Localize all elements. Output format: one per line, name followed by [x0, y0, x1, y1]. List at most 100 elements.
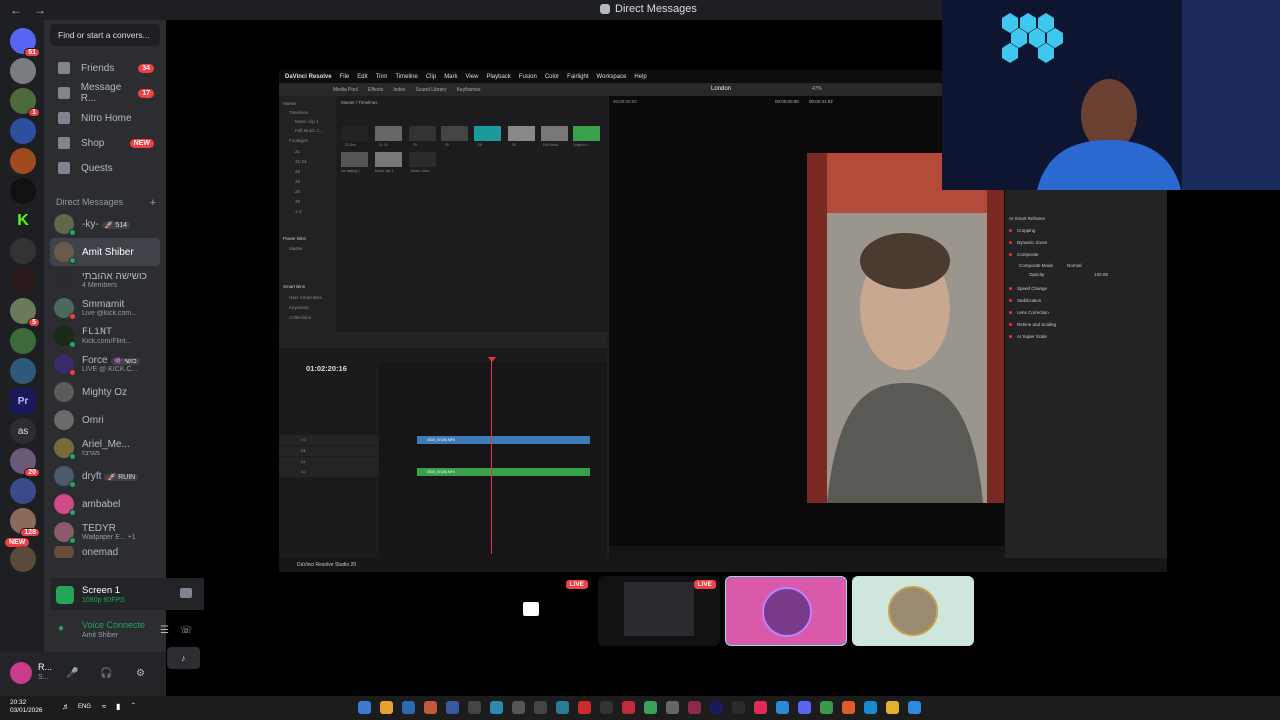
track-header[interactable]: A1	[279, 457, 379, 467]
server-icon[interactable]	[10, 238, 36, 264]
media-clip[interactable]	[375, 126, 402, 141]
dm-item[interactable]: TEDYR Wallpaper E... +1	[50, 518, 160, 546]
folder-icon[interactable]	[886, 701, 899, 714]
dm-item[interactable]: FLiNT Kick.com/Flint...	[50, 322, 160, 350]
dm-item[interactable]: Smmamit Live @kick.com...	[50, 294, 160, 322]
nav-nitro-home[interactable]: Nitro Home	[50, 107, 160, 129]
media-clip[interactable]	[409, 126, 436, 141]
taskbar-app-icon[interactable]	[468, 701, 481, 714]
viewer-transport-controls[interactable]	[609, 546, 1005, 558]
server-icon[interactable]: 128	[10, 508, 40, 537]
menu-playback[interactable]: Playback	[486, 74, 510, 80]
menu-timeline[interactable]: Timeline	[395, 74, 417, 80]
media-clip[interactable]	[474, 126, 501, 141]
server-icon[interactable]	[10, 546, 36, 572]
taskbar-app-icon[interactable]	[600, 701, 613, 714]
taskbar-app-icon[interactable]	[446, 701, 459, 714]
premiere-icon[interactable]	[710, 701, 723, 714]
viewer-zoom[interactable]: 47%	[812, 86, 822, 92]
nav-friends[interactable]: Friends 34	[50, 57, 160, 79]
back-arrow-icon[interactable]: ←	[10, 3, 24, 17]
microphone-icon[interactable]: 🎤	[66, 668, 78, 679]
dm-item[interactable]: -ky- 🚀 514	[50, 210, 160, 238]
chrome-icon[interactable]	[820, 701, 833, 714]
clock[interactable]: 20:32 03/01/2026	[10, 699, 43, 715]
menu-mark[interactable]: Mark	[444, 74, 457, 80]
menu-edit[interactable]: Edit	[357, 74, 367, 80]
discord-icon[interactable]	[798, 701, 811, 714]
participant-tile[interactable]	[725, 576, 847, 646]
tab-keyframes[interactable]: Keyframes	[457, 87, 481, 93]
brave-icon[interactable]	[842, 701, 855, 714]
stream-tile-preview[interactable]: LIVE	[598, 576, 720, 646]
noise-suppression-icon[interactable]: ☰	[160, 625, 169, 636]
dm-item[interactable]: dryft 🚀 RUIN	[50, 462, 160, 490]
soundboard-button[interactable]: ♪	[166, 647, 200, 669]
menu-fairlight[interactable]: Fairlight	[567, 74, 588, 80]
chevron-up-icon[interactable]: ˆ	[132, 702, 135, 711]
media-clip[interactable]	[541, 126, 568, 141]
server-icon[interactable]: 1	[10, 88, 40, 117]
search-input[interactable]: Find or start a convers...	[50, 24, 160, 46]
volume-icon[interactable]: ♬	[62, 702, 70, 711]
taskbar-app-icon[interactable]	[776, 701, 789, 714]
gear-icon[interactable]: ⚙	[136, 668, 145, 679]
taskbar-app-icon[interactable]	[644, 701, 657, 714]
nav-message-requests[interactable]: Message R... 17	[50, 82, 160, 104]
server-icon[interactable]	[10, 178, 36, 204]
taskbar-app-icon[interactable]	[578, 701, 591, 714]
server-icon[interactable]	[10, 58, 36, 84]
playhead[interactable]	[491, 358, 492, 554]
user-avatar[interactable]	[10, 662, 32, 684]
stop-stream-icon[interactable]	[180, 588, 192, 598]
video-clip[interactable]: 0530_07(28).MP4	[417, 436, 590, 444]
track-area[interactable]	[379, 362, 607, 558]
dm-item-group[interactable]: כושישה אהובתי 4 Members	[50, 266, 160, 294]
battery-icon[interactable]: ▮	[116, 702, 120, 711]
nav-shop[interactable]: Shop NEW	[50, 132, 160, 154]
dm-item[interactable]: ambabel	[50, 490, 160, 518]
participant-tile[interactable]	[852, 576, 974, 646]
headphones-icon[interactable]: 🎧	[100, 668, 112, 679]
music-icon[interactable]	[754, 701, 767, 714]
kick-server-icon[interactable]: K	[10, 208, 36, 234]
disconnect-icon[interactable]: ☏	[180, 625, 193, 636]
menu-clip[interactable]: Clip	[426, 74, 436, 80]
media-clip[interactable]	[409, 152, 436, 167]
server-icon-as[interactable]: as	[10, 418, 36, 444]
taskbar-app-icon[interactable]	[490, 701, 503, 714]
taskbar-app-icon[interactable]	[358, 701, 371, 714]
server-icon[interactable]	[10, 478, 36, 504]
track-header[interactable]: V1	[279, 446, 379, 456]
media-clip[interactable]	[375, 152, 402, 167]
menu-file[interactable]: File	[340, 74, 350, 80]
dm-item[interactable]: Omri	[50, 406, 160, 434]
server-icon[interactable]	[10, 268, 36, 294]
nav-quests[interactable]: Quests	[50, 157, 160, 179]
server-icon[interactable]: 20	[10, 448, 40, 477]
dm-item[interactable]: Mighty Oz	[50, 378, 160, 406]
audio-clip[interactable]: 0530_07(28).MP4	[417, 468, 590, 476]
server-icon[interactable]	[10, 148, 36, 174]
windows-start-icon[interactable]	[908, 701, 921, 714]
taskbar-app-icon[interactable]	[534, 701, 547, 714]
gear-icon[interactable]	[666, 701, 679, 714]
signal-icon[interactable]: ●	[58, 623, 68, 634]
menu-workspace[interactable]: Workspace	[597, 74, 627, 80]
taskbar-app-icon[interactable]	[512, 701, 525, 714]
taskbar-app-icon[interactable]	[424, 701, 437, 714]
forward-arrow-icon[interactable]: →	[34, 3, 48, 17]
dm-item[interactable]: Force 👾 כושי LIVE @ KICK.C...	[50, 350, 160, 378]
media-clip[interactable]	[341, 126, 368, 141]
media-clip[interactable]	[441, 126, 468, 141]
language-indicator[interactable]: ENG	[78, 704, 91, 710]
menu-view[interactable]: View	[466, 74, 479, 80]
menu-trim[interactable]: Trim	[376, 74, 388, 80]
edge-icon[interactable]	[864, 701, 877, 714]
wifi-icon[interactable]: ≈	[102, 702, 106, 711]
server-icon[interactable]	[10, 118, 36, 144]
taskbar-app-icon[interactable]	[402, 701, 415, 714]
add-dm-icon[interactable]: +	[150, 197, 156, 209]
taskbar-app-icon[interactable]	[380, 701, 393, 714]
server-icon[interactable]: 5	[10, 298, 40, 327]
